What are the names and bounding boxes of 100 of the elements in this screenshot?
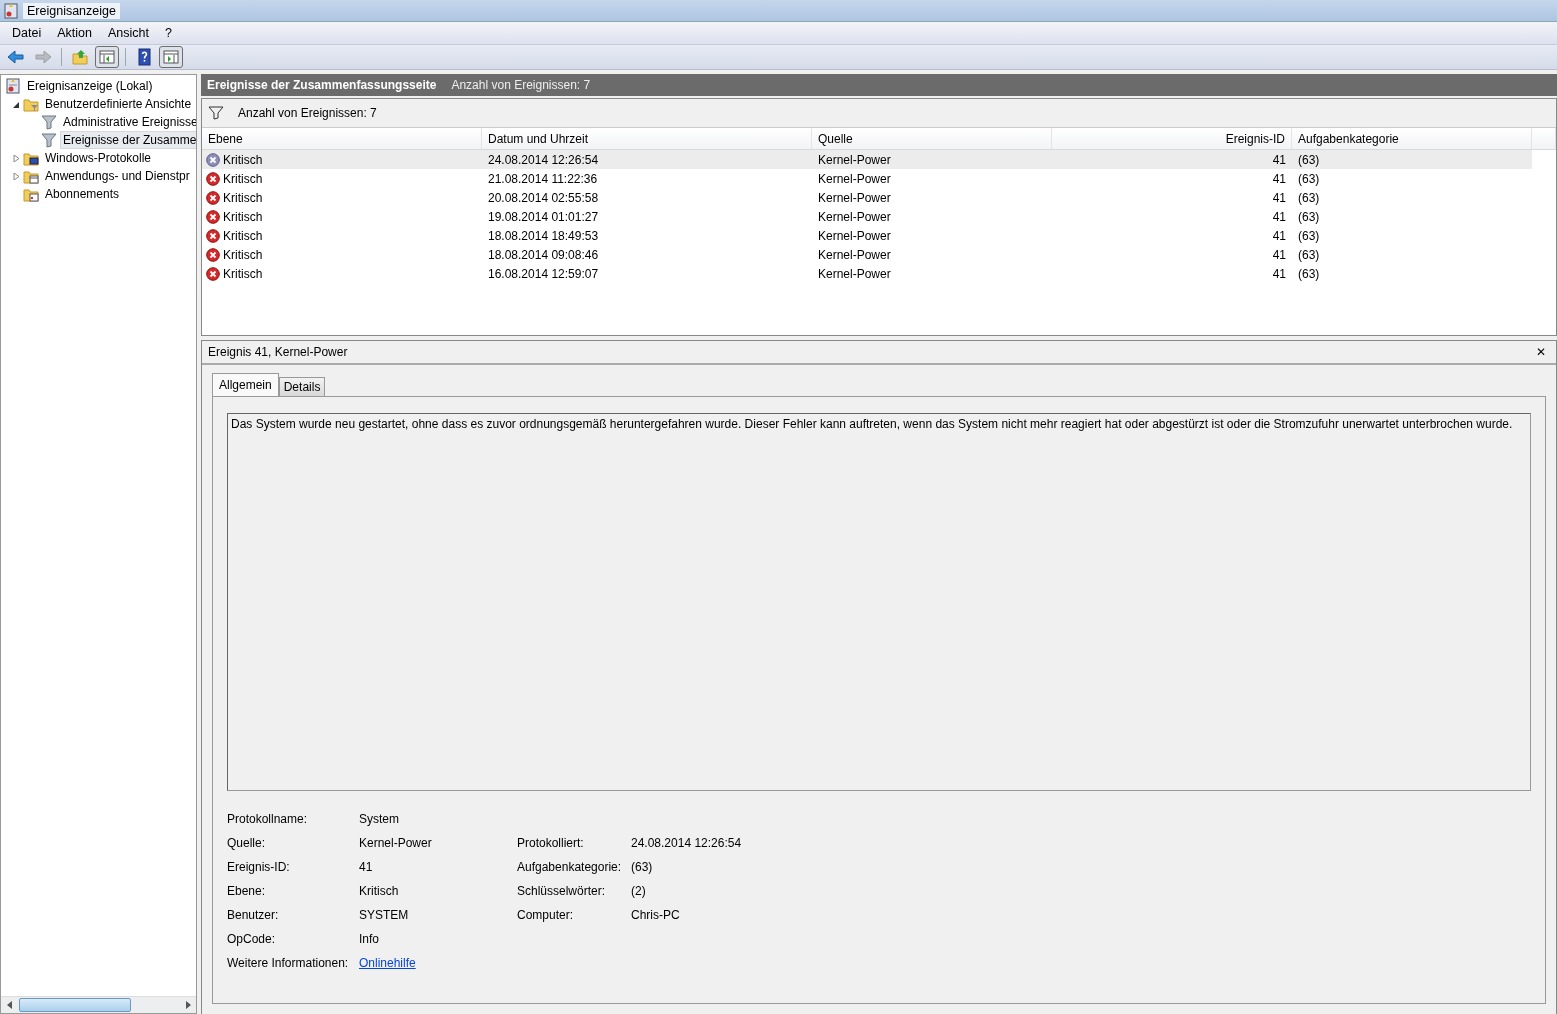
column-header[interactable]: Quelle bbox=[812, 128, 1052, 150]
error-icon bbox=[206, 228, 220, 243]
table-cell: Kritisch bbox=[223, 190, 263, 205]
table-cell-text: (63) bbox=[1297, 227, 1321, 245]
expand-icon[interactable] bbox=[12, 172, 20, 180]
table-cell: Kritisch bbox=[223, 209, 263, 224]
tree-item[interactable]: Ereignisse der Zusamme bbox=[60, 131, 196, 149]
scroll-left-icon[interactable] bbox=[6, 1001, 12, 1009]
field-label: Protokolliert: bbox=[517, 836, 585, 850]
table-cell-text: 19.08.2014 01:01:27 bbox=[487, 208, 600, 226]
help-link[interactable]: Onlinehilfe bbox=[359, 956, 416, 970]
table-row[interactable]: Kritisch 16.08.2014 12:59:07 Kernel-Power 41 (63) bbox=[202, 264, 1532, 283]
table-cell-text: 24.08.2014 12:26:54 bbox=[487, 151, 600, 169]
field-label: Weitere Informationen: bbox=[227, 956, 350, 970]
table-cell-text: Kernel-Power bbox=[817, 189, 892, 207]
error-icon bbox=[206, 190, 220, 205]
field-value: 41 bbox=[359, 860, 374, 874]
column-header[interactable]: Datum und Uhrzeit bbox=[482, 128, 812, 150]
menu-item[interactable]: Aktion bbox=[49, 26, 100, 40]
app-icon bbox=[3, 2, 19, 19]
table-cell-text: 41 bbox=[1271, 246, 1287, 264]
table-cell: Kritisch bbox=[223, 247, 263, 262]
table-cell-text: Kernel-Power bbox=[817, 151, 892, 169]
filter-icon bbox=[208, 106, 224, 120]
field-value: SYSTEM bbox=[359, 908, 410, 922]
table-cell-text: 41 bbox=[1271, 189, 1287, 207]
forward-arrow-icon bbox=[34, 48, 52, 66]
table-cell-text: 41 bbox=[1271, 170, 1287, 188]
error-icon bbox=[206, 152, 220, 167]
table-cell-text: Kernel-Power bbox=[817, 170, 892, 188]
table-cell-text: (63) bbox=[1297, 151, 1321, 169]
description-text: Das System wurde neu gestartet, ohne dass es zuvor ordnungsgemäß heruntergefahren wurde. Dieser Fehler kann auftreten, wenn das System nicht mehr reagiert hat oder abgestürzt ist oder die Stromzufuhr unerwartet unterbrochen wurde. bbox=[227, 413, 1531, 791]
tab[interactable]: Allgemein bbox=[212, 373, 279, 396]
folder-calendar-icon bbox=[23, 186, 39, 202]
field-value: Info bbox=[359, 932, 380, 946]
column-header[interactable]: Aufgabenkategorie bbox=[1292, 128, 1532, 150]
menu-item[interactable]: Ansicht bbox=[99, 26, 157, 40]
column-header[interactable]: Ebene bbox=[202, 128, 482, 150]
table-cell-text: 41 bbox=[1271, 208, 1287, 226]
table-cell: Kritisch bbox=[223, 152, 263, 167]
table-row[interactable]: Kritisch 18.08.2014 18:49:53 Kernel-Power 41 (63) bbox=[202, 226, 1532, 245]
field-label: Aufgabenkategorie: bbox=[517, 860, 623, 874]
show-action-pane-button[interactable] bbox=[159, 46, 183, 68]
table-cell-text: (63) bbox=[1297, 208, 1321, 226]
collapse-icon[interactable] bbox=[12, 100, 20, 108]
table-cell-text: 18.08.2014 18:49:53 bbox=[487, 227, 600, 245]
table-row[interactable]: Kritisch 18.08.2014 09:08:46 Kernel-Power 41 (63) bbox=[202, 245, 1532, 264]
tree-item[interactable]: Ereignisanzeige (Lokal) bbox=[24, 77, 156, 95]
field-value: (63) bbox=[631, 860, 654, 874]
table-row[interactable]: Kritisch 24.08.2014 12:26:54 Kernel-Power 41 (63) bbox=[202, 150, 1532, 169]
table-row[interactable]: Kritisch 21.08.2014 11:22:36 Kernel-Power 41 (63) bbox=[202, 169, 1532, 188]
field-value: 24.08.2014 12:26:54 bbox=[631, 836, 743, 850]
table-cell: Kritisch bbox=[223, 266, 263, 281]
close-button[interactable]: ✕ bbox=[1531, 345, 1550, 359]
pane-title: Ereignisse der Zusammenfassungsseite bbox=[207, 78, 437, 92]
folder-filter-icon bbox=[23, 96, 39, 112]
table-cell-text: 41 bbox=[1271, 265, 1287, 283]
event-count: Anzahl von Ereignissen: 7 bbox=[238, 106, 377, 120]
tree-item[interactable]: Benutzerdefinierte Ansichte bbox=[42, 95, 195, 113]
column-header bbox=[1532, 128, 1556, 150]
table-cell-text: (63) bbox=[1297, 265, 1321, 283]
tree-item[interactable]: Windows-Protokolle bbox=[42, 149, 155, 167]
table-cell-text: Kernel-Power bbox=[817, 265, 892, 283]
table-cell-text: Kernel-Power bbox=[817, 246, 892, 264]
table-row[interactable]: Kritisch 19.08.2014 01:01:27 Kernel-Power 41 (63) bbox=[202, 207, 1532, 226]
field-label: Schlüsselwörter: bbox=[517, 884, 607, 898]
table-row[interactable]: Kritisch 20.08.2014 02:55:58 Kernel-Power 41 (63) bbox=[202, 188, 1532, 207]
menu-item[interactable]: ? bbox=[156, 26, 180, 40]
filter-icon bbox=[41, 132, 57, 148]
show-tree-icon bbox=[98, 48, 116, 66]
table-cell: Kritisch bbox=[223, 228, 263, 243]
scroll-right-icon[interactable] bbox=[185, 1001, 191, 1009]
table-cell-text: 18.08.2014 09:08:46 bbox=[487, 246, 600, 264]
filter-icon bbox=[41, 114, 57, 130]
error-icon bbox=[206, 209, 220, 224]
tree-item[interactable]: Abonnements bbox=[42, 185, 123, 203]
table-cell: Kritisch bbox=[223, 171, 263, 186]
help-icon bbox=[135, 48, 153, 66]
field-label: Ebene: bbox=[227, 884, 267, 898]
column-header[interactable]: Ereignis-ID bbox=[1052, 128, 1292, 150]
horizontal-scrollbar[interactable] bbox=[1, 996, 196, 1013]
window-title: Ereignisanzeige bbox=[23, 2, 120, 19]
table-cell-text: 41 bbox=[1271, 227, 1287, 245]
folder-window-icon bbox=[23, 168, 39, 184]
table-cell-text: 21.08.2014 11:22:36 bbox=[487, 170, 599, 188]
error-icon bbox=[206, 171, 220, 186]
table-cell-text: Kernel-Power bbox=[817, 208, 892, 226]
show-tree-button[interactable] bbox=[95, 46, 119, 68]
menu-item[interactable]: Datei bbox=[4, 26, 50, 40]
field-label: Protokollname: bbox=[227, 812, 309, 826]
table-cell-text: (63) bbox=[1297, 170, 1321, 188]
error-icon bbox=[206, 266, 220, 281]
folder-monitor-icon bbox=[23, 150, 39, 166]
detail-title: Ereignis 41, Kernel-Power bbox=[208, 345, 348, 359]
tree-item[interactable]: Anwendungs- und Dienstpr bbox=[42, 167, 193, 185]
tab[interactable]: Details bbox=[278, 377, 326, 396]
field-label: Benutzer: bbox=[227, 908, 280, 922]
field-value: (2) bbox=[631, 884, 647, 898]
expand-icon[interactable] bbox=[12, 154, 20, 162]
error-icon bbox=[206, 247, 220, 262]
